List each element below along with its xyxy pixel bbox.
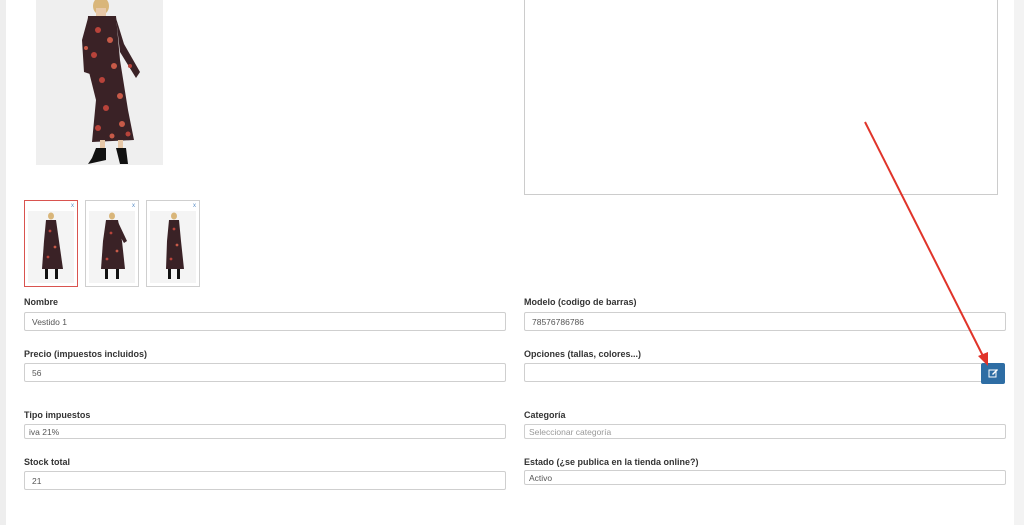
estado-label: Estado (¿se publica en la tienda online?… xyxy=(524,457,699,467)
nombre-input[interactable]: Vestido 1 xyxy=(24,312,506,331)
nombre-label: Nombre xyxy=(24,297,59,307)
thumbnail-image xyxy=(150,211,196,283)
description-textarea[interactable] xyxy=(524,0,998,195)
edit-options-button[interactable] xyxy=(981,363,1005,384)
precio-input[interactable]: 56 xyxy=(24,363,506,382)
estado-select[interactable]: Activo xyxy=(524,470,1006,485)
close-icon[interactable]: x xyxy=(132,203,135,209)
opciones-label: Opciones (tallas, colores...) xyxy=(524,349,642,359)
precio-label: Precio (impuestos incluidos) xyxy=(24,349,148,359)
modelo-input[interactable]: 78576786786 xyxy=(524,312,1006,331)
categoria-select[interactable]: Seleccionar categoría xyxy=(524,424,1006,439)
page-left-border xyxy=(0,0,6,525)
thumbnail-image xyxy=(28,211,74,283)
stock-input[interactable]: 21 xyxy=(24,471,506,490)
categoria-label: Categoría xyxy=(524,410,566,420)
close-icon[interactable]: x xyxy=(71,203,74,209)
page-right-border xyxy=(1014,0,1024,525)
thumbnail-image xyxy=(89,211,135,283)
close-icon[interactable]: x xyxy=(193,203,196,209)
modelo-label: Modelo (codigo de barras) xyxy=(524,297,637,307)
tipo-impuestos-label: Tipo impuestos xyxy=(24,410,91,420)
stock-label: Stock total xyxy=(24,457,71,467)
thumbnail-1[interactable]: x xyxy=(24,200,78,287)
product-main-image xyxy=(36,0,163,165)
opciones-input[interactable] xyxy=(524,363,982,382)
edit-icon xyxy=(988,369,998,378)
thumbnail-3[interactable]: x xyxy=(146,200,200,287)
tipo-impuestos-select[interactable]: iva 21% xyxy=(24,424,506,439)
thumbnail-2[interactable]: x xyxy=(85,200,139,287)
